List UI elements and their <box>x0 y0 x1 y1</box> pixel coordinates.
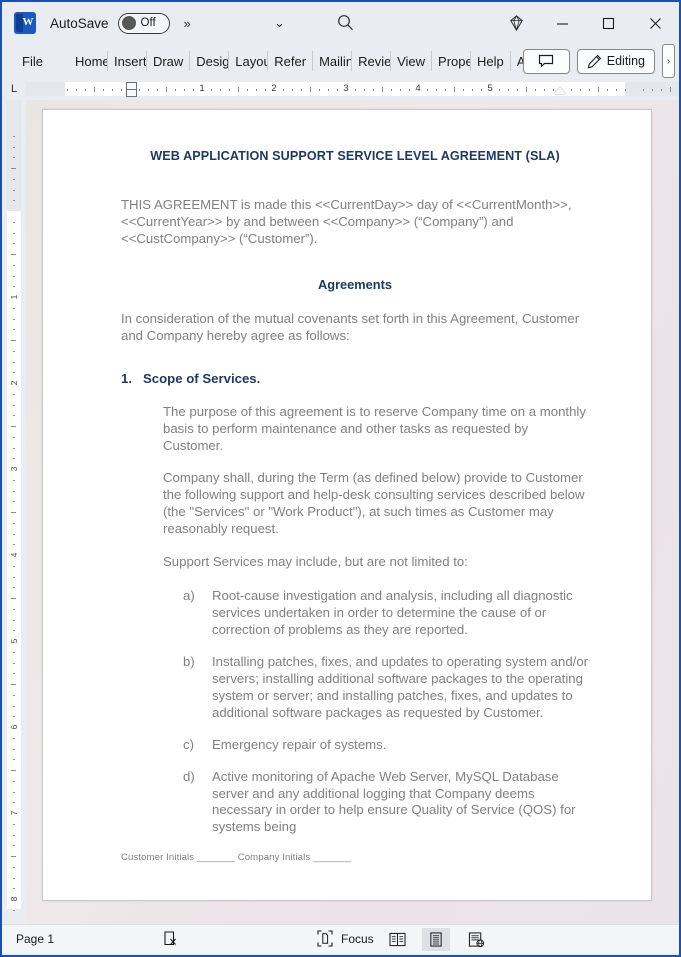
vruler-number: 1 <box>9 294 19 300</box>
support-services-lead: Support Services may include, but are no… <box>163 553 468 569</box>
list-marker: c) <box>183 736 194 752</box>
list-item: b) Installing patches, fixes, and update… <box>183 654 589 722</box>
page-content: WEB APPLICATION SUPPORT SERVICE LEVEL AG… <box>43 110 651 836</box>
pencil-icon <box>587 54 601 68</box>
left-indent-marker[interactable] <box>126 89 137 97</box>
vertical-ruler[interactable]: 1 2 3 4 5 6 7 8 <box>2 100 26 924</box>
tab-draw[interactable]: Draw <box>147 44 189 78</box>
web-layout-button[interactable] <box>462 928 490 951</box>
list-item: c) Emergency repair of systems. <box>183 737 589 754</box>
list-item-text: Root-cause investigation and analysis, i… <box>212 588 573 638</box>
page-number-status[interactable]: Page 1 <box>16 932 54 946</box>
print-layout-button[interactable] <box>422 928 450 951</box>
tab-layout[interactable]: Layout <box>229 44 267 78</box>
vruler-number: 2 <box>9 380 19 386</box>
word-window: W AutoSave Off » ⌄ File Home Insert Draw… <box>0 0 681 957</box>
search-icon[interactable] <box>336 13 355 32</box>
focus-icon <box>317 930 333 947</box>
ruler-number: 5 <box>487 83 493 94</box>
status-bar: Page 1 Focus <box>2 924 679 953</box>
editing-mode-label: Editing <box>606 54 645 68</box>
consideration-paragraph: In consideration of the mutual covenants… <box>121 311 580 344</box>
print-layout-icon <box>430 932 442 947</box>
list-item: d) Active monitoring of Apache Web Serve… <box>183 769 589 837</box>
quick-access-overflow-icon[interactable]: » <box>184 16 191 31</box>
list-item-text: Active monitoring of Apache Web Server, … <box>212 768 576 835</box>
vruler-number: 8 <box>9 896 19 902</box>
ruler-tick-marks: 1 2 3 4 5 <box>2 78 679 100</box>
vruler-tick-marks: 1 2 3 4 5 6 7 8 <box>2 100 26 924</box>
editing-mode-button[interactable]: Editing <box>576 48 655 74</box>
tab-insert[interactable]: Insert <box>108 44 146 78</box>
focus-mode-button[interactable]: Focus <box>317 930 374 947</box>
tab-properties[interactable]: Proper <box>432 44 470 78</box>
tab-help[interactable]: Help <box>471 44 510 78</box>
ruler-number: 3 <box>343 83 349 94</box>
vruler-number: 7 <box>9 810 19 816</box>
ruler-number: 4 <box>415 83 421 94</box>
focus-label: Focus <box>341 931 374 946</box>
word-logo-icon: W <box>14 12 36 34</box>
list-marker: b) <box>183 654 195 670</box>
list-item-text: Emergency repair of systems. <box>212 736 387 752</box>
section-title: Scope of Services. <box>143 370 261 386</box>
comments-button[interactable] <box>522 48 570 74</box>
agreements-heading: Agreements <box>318 277 392 293</box>
section-1-heading: 1. Scope of Services. <box>121 371 589 386</box>
section-1-body: The purpose of this agreement is to rese… <box>121 404 589 570</box>
ruler-number: 2 <box>271 83 277 94</box>
right-indent-marker[interactable] <box>554 87 566 94</box>
tab-mailings[interactable]: Mailings <box>313 44 351 78</box>
close-button[interactable] <box>631 2 679 44</box>
ribbon-right-controls: Editing › <box>522 44 679 78</box>
window-controls <box>493 2 679 44</box>
tab-home[interactable]: Home <box>69 44 107 78</box>
tab-design[interactable]: Design <box>190 44 228 78</box>
section-number: 1. <box>121 370 132 386</box>
vruler-number: 6 <box>9 724 19 730</box>
diamond-icon[interactable] <box>493 2 539 44</box>
minimize-button[interactable] <box>539 2 585 44</box>
tab-file[interactable]: File <box>18 44 55 78</box>
list-marker: a) <box>183 588 195 604</box>
comment-icon <box>539 54 554 68</box>
read-mode-button[interactable] <box>383 928 411 951</box>
vruler-number: 5 <box>9 638 19 644</box>
support-services-list: a) Root-cause investigation and analysis… <box>121 588 589 836</box>
document-canvas: 1 2 3 4 5 6 7 8 WEB APPLICATION SUPPORT SERVICE… <box>2 100 679 924</box>
ruler-number: 1 <box>199 83 205 94</box>
autosave-state-label: Off <box>140 17 156 29</box>
list-item-text: Installing patches, fixes, and updates t… <box>212 654 589 720</box>
tab-view[interactable]: View <box>391 44 431 78</box>
intro-paragraph: THIS AGREEMENT is made this <<CurrentDay… <box>121 197 572 246</box>
footer-initials-line: Customer Initials _______ Company Initia… <box>121 852 352 863</box>
title-bar: W AutoSave Off » ⌄ <box>2 2 679 44</box>
word-logo-letter: W <box>22 16 34 28</box>
ribbon-overflow-chevron-icon[interactable]: › <box>662 44 675 78</box>
purpose-paragraph: The purpose of this agreement is to rese… <box>163 403 586 453</box>
tab-review[interactable]: Review <box>352 44 390 78</box>
list-item: a) Root-cause investigation and analysis… <box>183 588 589 639</box>
vruler-number: 3 <box>9 466 19 472</box>
vruler-number: 4 <box>9 552 19 558</box>
ribbon-tab-bar: File Home Insert Draw Design Layout Refe… <box>2 44 679 78</box>
read-mode-icon <box>388 932 406 947</box>
accessibility-check-icon[interactable] <box>162 930 180 948</box>
company-shall-paragraph: Company shall, during the Term (as defin… <box>163 470 585 536</box>
document-title: WEB APPLICATION SUPPORT SERVICE LEVEL AG… <box>150 149 560 163</box>
autosave-toggle[interactable]: Off <box>117 12 170 34</box>
document-page[interactable]: WEB APPLICATION SUPPORT SERVICE LEVEL AG… <box>42 109 652 901</box>
autosave-label: AutoSave <box>50 15 109 31</box>
web-layout-icon <box>468 931 484 947</box>
tab-references[interactable]: Refer <box>268 44 312 78</box>
quick-access-chevron-down-icon[interactable]: ⌄ <box>274 15 285 31</box>
maximize-button[interactable] <box>585 2 631 44</box>
autosave-toggle-knob <box>121 16 136 30</box>
list-marker: d) <box>183 768 195 784</box>
horizontal-ruler[interactable]: L 12345 <box>2 78 679 100</box>
